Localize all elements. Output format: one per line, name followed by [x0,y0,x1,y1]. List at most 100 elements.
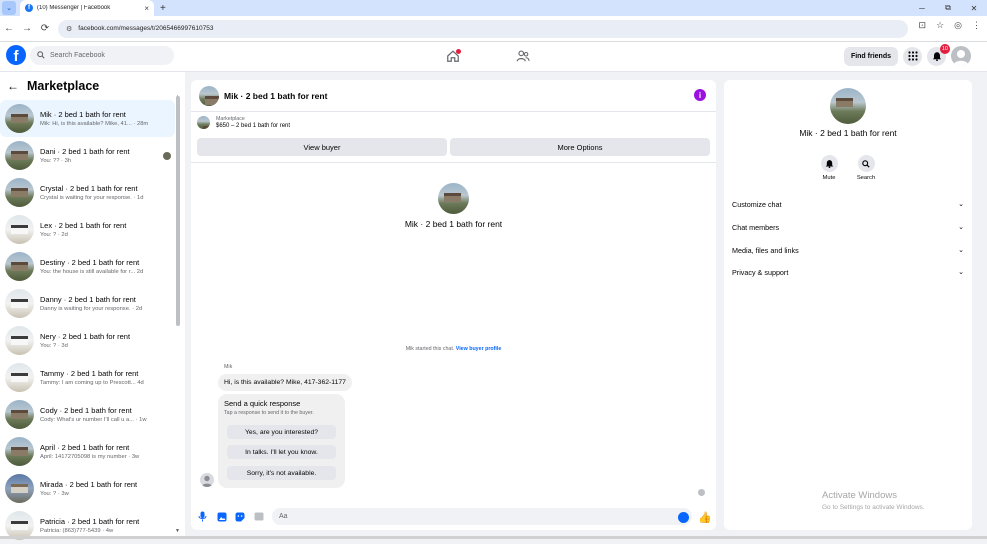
conversation-preview: Crystal is waiting for your response. · … [40,195,144,201]
view-buyer-profile-link[interactable]: View buyer profile [456,346,502,352]
conversation-item[interactable]: Mirada · 2 bed 1 bath for rent You: ? · 3… [0,470,175,507]
activate-windows-watermark: Activate Windows Go to Settings to activ… [822,490,925,511]
conversation-item[interactable]: April · 2 bed 1 bath for rent April: 1417… [0,433,175,470]
conversation-text: Lex · 2 bed 1 bath for rent You: ? · 2d [40,221,175,238]
conversation-item[interactable]: Crystal · 2 bed 1 bath for rent Crystal i… [0,174,175,211]
details-name: Mik · 2 bed 1 bath for rent [799,128,897,138]
tab-search-dropdown[interactable]: ⌄ [2,1,16,15]
forward-icon[interactable]: → [18,23,36,34]
quick-response-in-talks-button[interactable]: In talks. I'll let you know. [227,445,336,459]
facebook-logo-icon[interactable]: f [6,45,26,65]
chat-started-notice: Mik started this chat. View buyer profil… [191,346,716,352]
conversation-preview: You: ?? · 3h [40,158,72,164]
tab-close-icon[interactable]: × [144,4,149,13]
chat-scrollbar[interactable] [718,86,720,526]
attach-photo-icon[interactable] [216,511,227,522]
conversation-item[interactable]: Mik · 2 bed 1 bath for rent Mik: Hi, is t… [0,100,175,137]
more-options-button[interactable]: More Options [450,138,710,156]
conversation-text: Crystal · 2 bed 1 bath for rent Crystal i… [40,184,175,201]
conversation-list-scrollbar[interactable] [176,96,180,326]
conversation-info-icon[interactable]: i [694,89,706,101]
conversation-search-icon[interactable] [857,155,875,172]
marketplace-listing-banner[interactable]: Marketplace $650 – 2 bed 1 bath for rent [197,116,290,129]
message-composer: Aa 👍 [191,505,716,530]
friends-nav-icon[interactable] [511,47,535,65]
facebook-search-input[interactable]: Search Facebook [30,46,174,65]
menu-grid-icon[interactable] [903,46,922,66]
watermark-title: Activate Windows [822,490,897,501]
listing-price-title: $650 – 2 bed 1 bath for rent [216,123,291,129]
view-buyer-button[interactable]: View buyer [197,138,447,156]
chat-members-section[interactable]: Chat members ⌄ [732,220,964,234]
scroll-down-arrow-icon[interactable]: ▼ [175,528,180,534]
back-icon[interactable]: ← [0,23,18,34]
chat-header-avatar[interactable] [199,85,219,106]
listing-thumbnail [197,116,210,129]
site-info-icon[interactable]: ⚙ [66,25,72,33]
notifications-bell-icon[interactable]: 10 [927,43,950,66]
address-bar[interactable]: ⚙ facebook.com/messages/t/20654669976107… [58,19,908,38]
message-input[interactable]: Aa [272,508,692,525]
conversation-item[interactable]: Danny · 2 bed 1 bath for rent Danny is wa… [0,285,175,322]
restore-button[interactable]: ⧉ [935,0,961,16]
voice-clip-icon[interactable] [197,511,208,522]
mute-action[interactable]: Mute [814,155,844,181]
find-friends-button[interactable]: Find friends [843,46,898,66]
conversation-preview: Cody: What's ur number I'll call u a... … [40,417,147,423]
account-avatar[interactable] [951,46,971,66]
quick-response-yes-button[interactable]: Yes, are you interested? [227,425,336,439]
sender-avatar[interactable] [200,473,214,487]
profile-icon[interactable]: ◎ [954,20,962,31]
conversation-preview: You: ? · 2d [40,232,68,238]
conversation-item[interactable]: Nery · 2 bed 1 bath for rent You: ? · 3d [0,322,175,359]
marketplace-title: Marketplace [27,79,100,93]
install-app-icon[interactable]: ⊡ [919,20,927,31]
gif-icon[interactable] [253,511,264,522]
conversation-text: April · 2 bed 1 bath for rent April: 1417… [40,443,175,460]
thumbs-up-like-icon[interactable]: 👍 [698,511,712,524]
media-files-links-section[interactable]: Media, files and links ⌄ [732,243,964,257]
conversation-item[interactable]: Dani · 2 bed 1 bath for rent You: ?? · 3h [0,137,175,174]
sticker-icon[interactable] [234,511,245,522]
customize-chat-section[interactable]: Customize chat ⌄ [732,197,964,211]
privacy-support-label: Privacy & support [732,267,789,277]
listing-avatar [5,289,34,318]
close-window-button[interactable]: ✕ [961,0,987,16]
search-in-conversation-action[interactable]: Search [851,155,881,181]
marketplace-label: Marketplace [216,116,245,122]
message-sender-name: Mik [224,364,233,370]
home-nav-icon[interactable] [441,47,465,65]
new-tab-button[interactable]: + [160,3,166,14]
home-notification-dot [456,49,461,54]
back-arrow-icon[interactable]: ← [7,79,19,93]
browser-menu-icon[interactable]: ⋮ [972,20,981,31]
chat-title[interactable]: Mik · 2 bed 1 bath for rent [224,91,327,101]
conversation-text: Nery · 2 bed 1 bath for rent You: ? · 3d [40,332,175,349]
conversation-item[interactable]: Destiny · 2 bed 1 bath for rent You: the … [0,248,175,285]
mute-label: Mute [822,175,836,181]
emoji-icon[interactable] [678,512,689,523]
conversation-name: Lex · 2 bed 1 bath for rent [40,221,127,230]
minimize-button[interactable]: ─ [909,0,935,16]
read-receipt-avatar [163,152,171,160]
privacy-support-section[interactable]: Privacy & support ⌄ [732,265,964,279]
conversation-item[interactable]: Tammy · 2 bed 1 bath for rent Tammy: I am… [0,359,175,396]
conversation-item[interactable]: Cody · 2 bed 1 bath for rent Cody: What's… [0,396,175,433]
conversation-text: Danny · 2 bed 1 bath for rent Danny is wa… [40,295,175,312]
browser-tab[interactable]: f (10) Messenger | Facebook × [20,0,154,16]
conversation-name: Destiny · 2 bed 1 bath for rent [40,258,140,267]
conversation-name: Danny · 2 bed 1 bath for rent [40,295,136,304]
mute-bell-icon[interactable] [820,155,838,172]
conversation-item[interactable]: Lex · 2 bed 1 bath for rent You: ? · 2d [0,211,175,248]
conversation-text: Destiny · 2 bed 1 bath for rent You: the … [40,258,175,275]
bookmark-star-icon[interactable]: ☆ [936,20,944,31]
conversation-name: April · 2 bed 1 bath for rent [40,443,130,452]
search-placeholder: Search Facebook [50,52,105,59]
conversation-text: Tammy · 2 bed 1 bath for rent Tammy: I am… [40,369,175,386]
chat-started-text: Mik started this chat. [405,346,455,352]
search-icon [37,50,45,61]
reload-icon[interactable]: ⟳ [36,23,54,34]
quick-response-not-available-button[interactable]: Sorry, it's not available. [227,466,336,480]
conversation-name: Patricia · 2 bed 1 bath for rent [40,517,140,526]
search-label: Search [856,175,876,181]
